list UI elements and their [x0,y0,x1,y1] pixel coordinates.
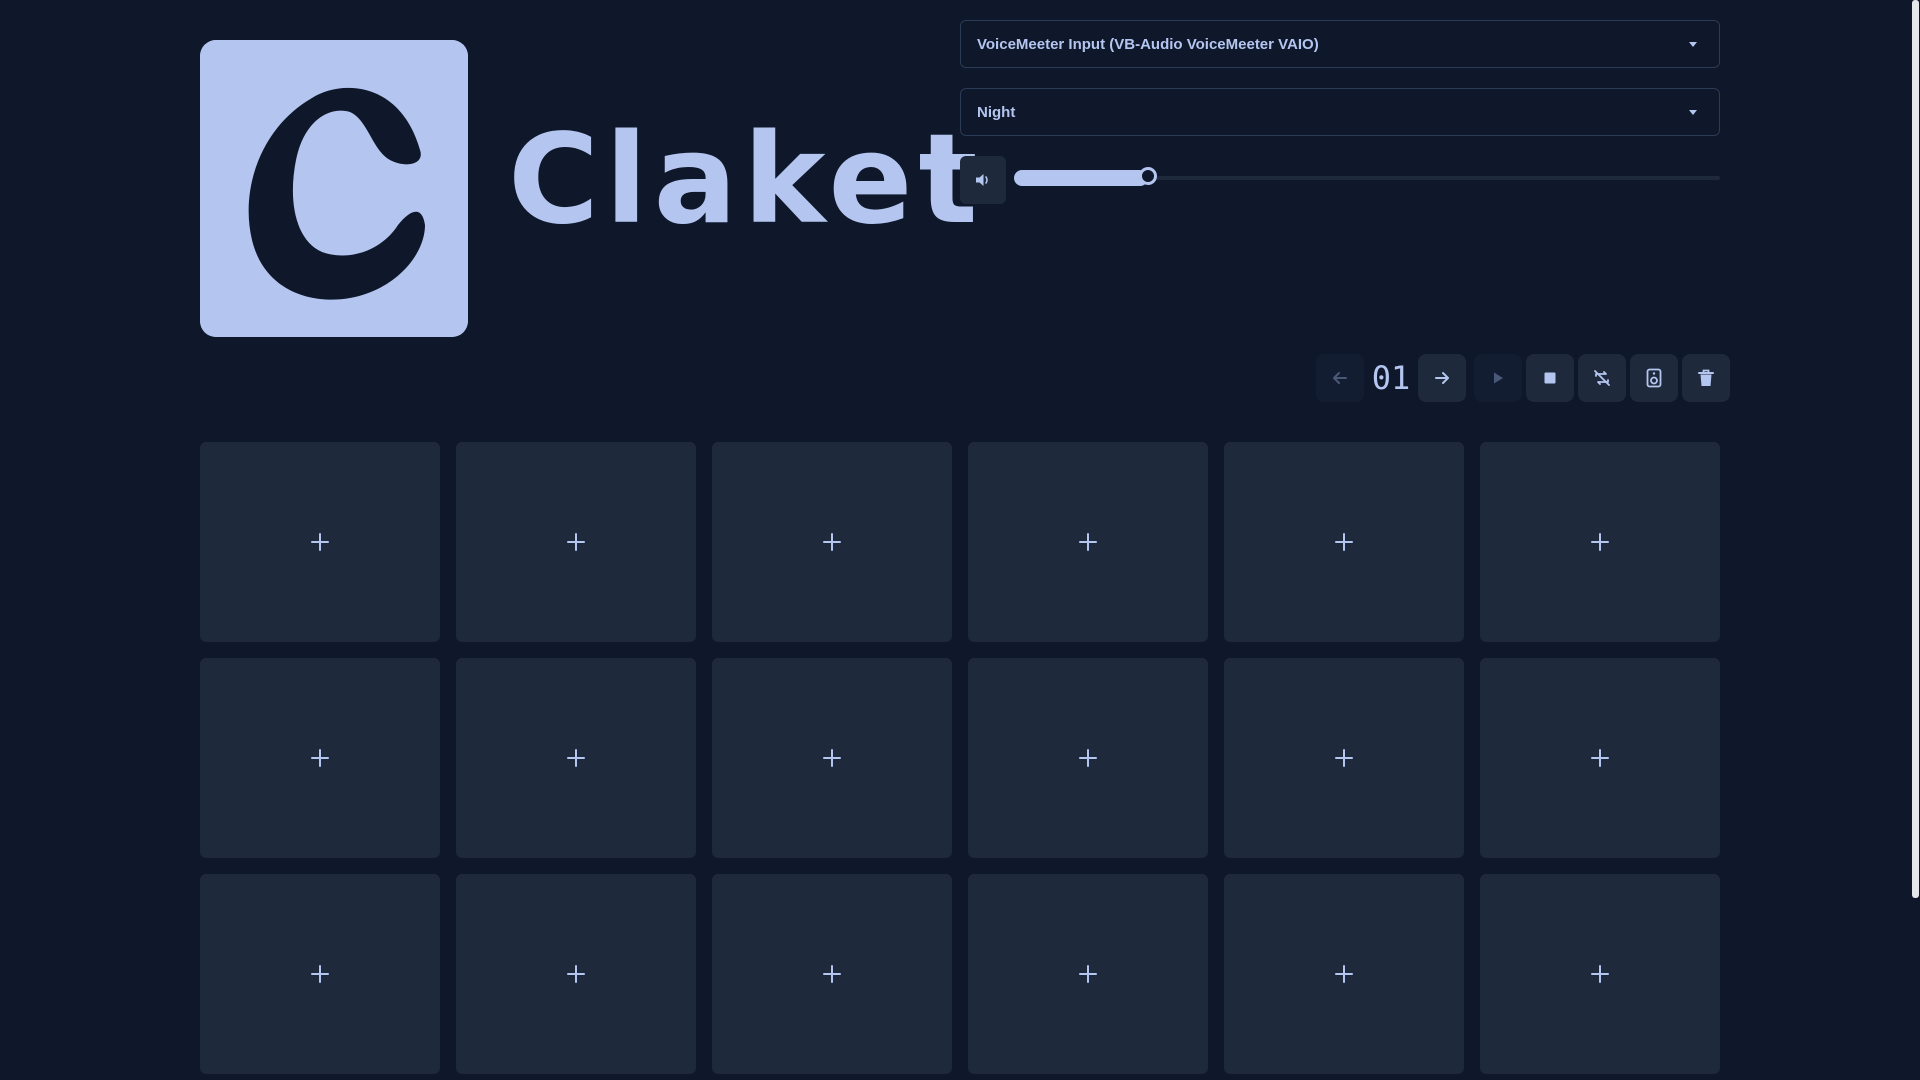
stop-icon [1544,372,1556,384]
empty-pad-slot[interactable] [712,658,952,858]
volume-slider-fill [1014,170,1148,186]
app-logo [200,40,468,337]
chevron-down-icon [1689,41,1697,47]
stop-button[interactable] [1526,354,1574,402]
speaker-button[interactable] [1630,354,1678,402]
empty-pad-slot[interactable] [456,658,696,858]
loop-toggle-button[interactable] [1578,354,1626,402]
plus-icon [823,533,841,551]
empty-pad-slot[interactable] [712,442,952,642]
logo-c-icon [200,40,468,337]
empty-pad-slot[interactable] [968,658,1208,858]
plus-icon [823,965,841,983]
empty-pad-slot[interactable] [1224,874,1464,1074]
play-icon [1494,372,1503,384]
speaker-icon [1646,368,1662,388]
trash-icon [1698,369,1714,386]
audio-device-select[interactable]: VoiceMeeter Input (VB-Audio VoiceMeeter … [960,20,1720,68]
theme-value: Night [977,103,1016,121]
plus-icon [1591,533,1609,551]
plus-icon [1335,533,1353,551]
page-scrollbar[interactable] [1910,0,1920,1080]
plus-icon [567,533,585,551]
empty-pad-slot[interactable] [456,874,696,1074]
empty-pad-slot[interactable] [968,874,1208,1074]
empty-pad-slot[interactable] [200,658,440,858]
theme-select[interactable]: Night [960,88,1720,136]
empty-pad-slot[interactable] [712,874,952,1074]
plus-icon [1079,533,1097,551]
arrow-right-icon [1435,372,1449,384]
app-window: Claket VoiceMeeter Input (VB-Audio Voice… [0,0,1920,1080]
mute-button[interactable] [960,156,1006,204]
empty-pad-slot[interactable] [968,442,1208,642]
chevron-down-icon [1689,109,1697,115]
plus-icon [1335,965,1353,983]
volume-icon [976,174,988,186]
volume-slider-thumb[interactable] [1139,167,1157,185]
plus-icon [1079,965,1097,983]
plus-icon [311,749,329,767]
prev-page-button[interactable] [1316,354,1364,402]
plus-icon [823,749,841,767]
plus-icon [567,749,585,767]
page-number: 01 [1371,359,1411,397]
audio-device-value: VoiceMeeter Input (VB-Audio VoiceMeeter … [977,35,1319,53]
next-page-button[interactable] [1418,354,1466,402]
plus-icon [1591,749,1609,767]
app-title: Claket [508,108,984,252]
loop-off-icon [1594,370,1610,386]
plus-icon [1079,749,1097,767]
empty-pad-slot[interactable] [1480,658,1720,858]
empty-pad-slot[interactable] [200,442,440,642]
empty-pad-slot[interactable] [1480,442,1720,642]
arrow-left-icon [1333,372,1347,384]
pad-toolbar: 01 [1316,354,1730,402]
empty-pad-slot[interactable] [456,442,696,642]
delete-button[interactable] [1682,354,1730,402]
empty-pad-slot[interactable] [200,874,440,1074]
empty-pad-slot[interactable] [1224,658,1464,858]
volume-slider[interactable] [1014,167,1720,186]
plus-icon [311,533,329,551]
plus-icon [1335,749,1353,767]
plus-icon [311,965,329,983]
scrollbar-thumb[interactable] [1912,0,1919,898]
sound-pad-grid [200,442,1720,1074]
empty-pad-slot[interactable] [1480,874,1720,1074]
plus-icon [567,965,585,983]
play-button[interactable] [1474,354,1522,402]
empty-pad-slot[interactable] [1224,442,1464,642]
plus-icon [1591,965,1609,983]
